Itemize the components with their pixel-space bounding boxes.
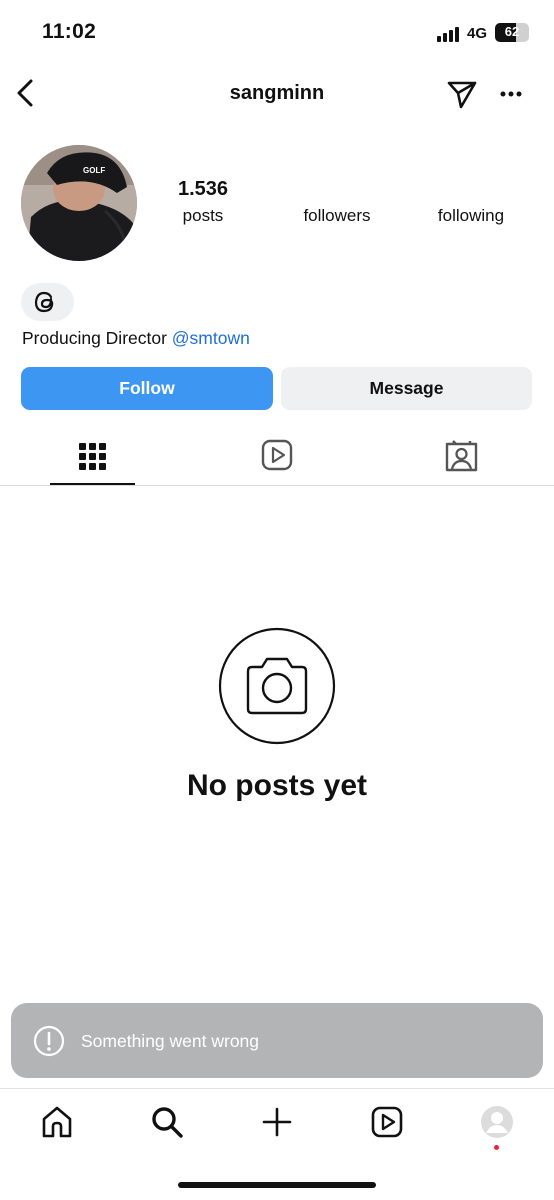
profile-tabs xyxy=(0,432,554,486)
tagged-icon xyxy=(445,440,478,472)
tab-grid[interactable] xyxy=(50,432,135,486)
more-icon[interactable] xyxy=(496,80,526,108)
message-button[interactable]: Message xyxy=(281,367,532,410)
posts-stat[interactable]: 1.536 posts xyxy=(163,178,243,226)
battery-icon: 62 xyxy=(495,23,529,42)
create-icon[interactable] xyxy=(260,1105,294,1139)
tab-tagged[interactable] xyxy=(419,432,504,486)
reels-icon xyxy=(261,439,293,471)
toast-message: Something went wrong xyxy=(81,1031,260,1051)
home-indicator xyxy=(178,1182,376,1188)
bio-mention-link[interactable]: @smtown xyxy=(172,328,250,348)
svg-text:GOLF: GOLF xyxy=(83,166,105,175)
profile-avatar[interactable] xyxy=(480,1105,514,1139)
home-icon[interactable] xyxy=(40,1105,74,1139)
followers-stat[interactable]: followers xyxy=(287,178,387,226)
error-toast[interactable]: Something went wrong xyxy=(11,1003,543,1078)
send-icon[interactable] xyxy=(446,78,478,110)
following-count xyxy=(421,178,521,202)
avatar[interactable]: GOLF xyxy=(21,145,137,261)
followers-count xyxy=(287,178,387,202)
following-stat[interactable]: following xyxy=(421,178,521,226)
threads-icon xyxy=(34,291,54,313)
tab-selected-indicator xyxy=(50,483,135,485)
followers-label: followers xyxy=(303,206,371,225)
threads-badge[interactable] xyxy=(21,283,74,321)
follow-button[interactable]: Follow xyxy=(21,367,273,410)
status-bar: 11:02 4G 62 xyxy=(0,0,554,66)
posts-label: posts xyxy=(182,206,224,225)
bio-text: Producing Director xyxy=(22,328,172,348)
battery-level: 62 xyxy=(504,24,520,39)
reels-nav-icon[interactable] xyxy=(370,1105,404,1139)
alert-icon xyxy=(33,1025,65,1057)
notification-dot xyxy=(494,1145,499,1150)
grid-icon xyxy=(79,443,106,470)
search-icon[interactable] xyxy=(150,1105,184,1139)
status-time: 11:02 xyxy=(42,20,97,43)
empty-state-title: No posts yet xyxy=(186,769,368,802)
profile-header: sangminn xyxy=(0,66,554,122)
posts-count: 1.536 xyxy=(177,178,229,200)
network-type: 4G xyxy=(467,25,488,42)
tab-reels[interactable] xyxy=(235,432,320,486)
camera-icon xyxy=(218,627,336,745)
signal-icon xyxy=(437,26,461,42)
following-label: following xyxy=(437,206,505,225)
profile-bio: Producing Director @smtown xyxy=(22,328,250,349)
